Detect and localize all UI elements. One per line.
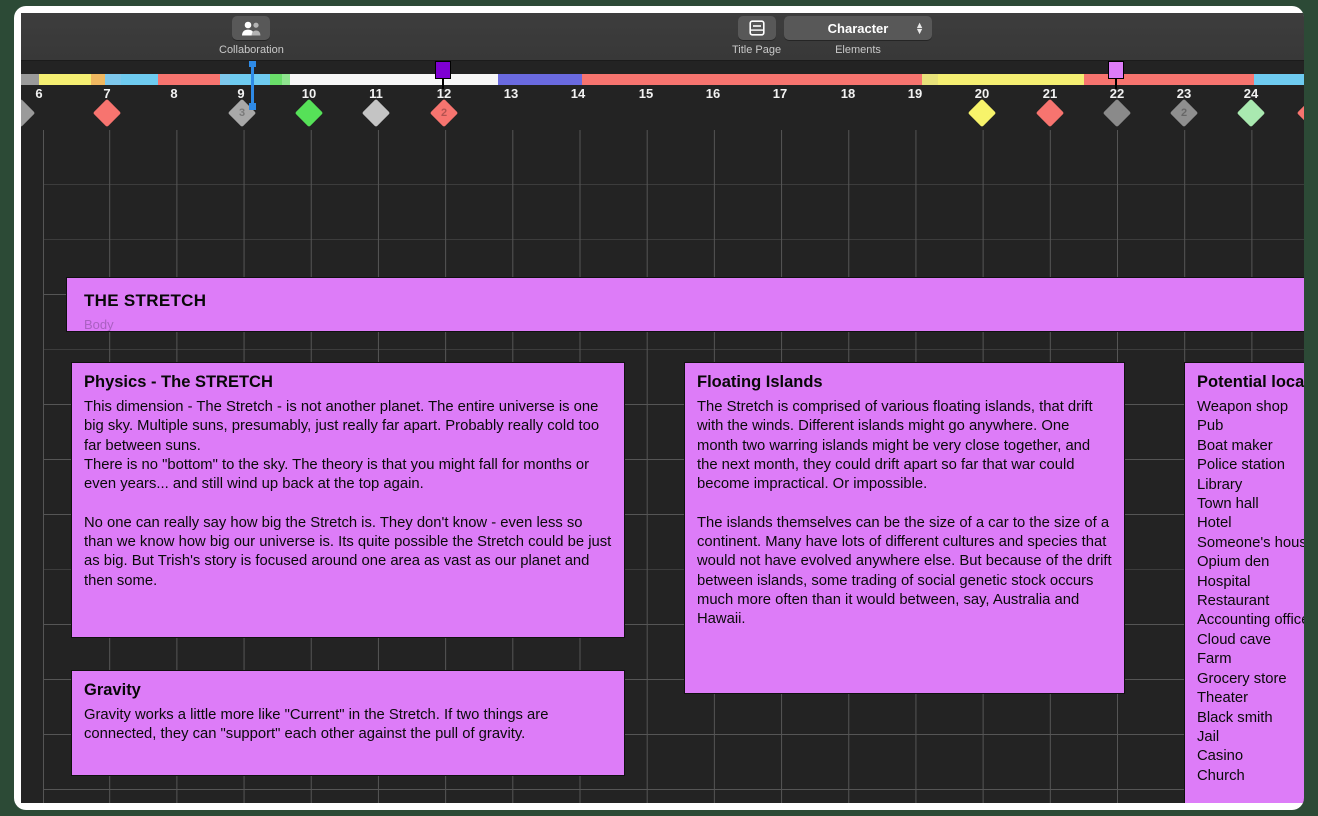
app-window: Collaboration Title Page Character ▲ ▼ E… (14, 6, 1304, 810)
locations-list: Weapon shop Pub Boat maker Police station Li… (1197, 398, 1304, 786)
location-list-item: Someone's house (1197, 534, 1304, 551)
timeline-marker-diamond[interactable] (21, 98, 36, 128)
title-page-icon (748, 20, 765, 36)
card-potential-locations[interactable]: Potential locations Weapon shop Pub Boat m… (1184, 362, 1304, 803)
timeline-marker-diamond[interactable] (92, 98, 122, 128)
timeline-marker-diamond[interactable] (361, 98, 391, 128)
title-page-button[interactable] (737, 16, 776, 40)
location-list-item: Grocery store (1197, 670, 1287, 687)
card-body: The Stretch is comprised of various floa… (697, 399, 1112, 628)
elements-label: Elements (835, 44, 881, 56)
toolbar: Collaboration Title Page Character ▲ ▼ E… (21, 13, 1304, 61)
timeline-tick-label: 17 (772, 86, 788, 101)
location-list-item: Jail (1197, 728, 1220, 745)
timeline-tick-label: 19 (907, 86, 923, 101)
timeline-marker-count: 2 (1180, 107, 1188, 119)
location-list-item: Accounting office (1197, 612, 1304, 629)
timeline-markers[interactable]: 3 2 2 (21, 98, 1304, 130)
timeline-marker-diamond[interactable] (1102, 98, 1132, 128)
location-list-item: Black smith (1197, 709, 1273, 726)
location-list-item: Church (1197, 767, 1245, 784)
timeline-color-segment (220, 74, 230, 85)
timeline-marker-diamond[interactable] (1296, 98, 1304, 128)
location-list-item: Theater (1197, 690, 1248, 707)
chevron-up-down-icon: ▲ ▼ (915, 20, 924, 36)
timeline-color-segment (282, 74, 290, 85)
location-list-item: Restaurant (1197, 593, 1270, 610)
location-list-item: Police station (1197, 457, 1286, 474)
playhead[interactable] (249, 61, 256, 110)
collaboration-label: Collaboration (219, 44, 284, 56)
timeline-marker-count: 3 (238, 107, 246, 119)
location-list-item: Farm (1197, 651, 1232, 668)
timeline-tick-label: 18 (840, 86, 856, 101)
timeline-tick-label: 16 (705, 86, 721, 101)
card-title: Physics - The STRETCH (84, 373, 273, 391)
timeline-color-segment (922, 74, 938, 85)
timeline-color-segment (290, 74, 498, 85)
timeline-color-segment (582, 74, 922, 85)
card-title: Floating Islands (697, 373, 823, 391)
card-floating-islands[interactable]: Floating Islands The Stretch is comprise… (684, 362, 1125, 694)
timeline-color-segment (158, 74, 220, 85)
location-list-item: Town hall (1197, 496, 1259, 513)
location-list-item: Hotel (1197, 515, 1232, 532)
card-body: This dimension - The Stretch - is not an… (84, 399, 612, 589)
banner-subtitle: Body (84, 317, 114, 332)
timeline-ruler[interactable]: 678910111213141516171819202122232425 322 (21, 61, 1304, 130)
location-list-item: Boat maker (1197, 437, 1273, 454)
timeline-tick-label: 6 (35, 86, 43, 101)
card-banner[interactable]: THE STRETCH Body (66, 277, 1304, 332)
timeline-color-segment (91, 74, 105, 85)
timeline-tick-label: 13 (503, 86, 519, 101)
timeline-color-segment (1254, 74, 1304, 85)
location-list-item: Pub (1197, 418, 1224, 435)
card-physics[interactable]: Physics - The STRETCH This dimension - T… (71, 362, 625, 638)
timeline-tick-label: 15 (638, 86, 654, 101)
timeline-color-segment (121, 74, 158, 85)
card-title: Potential locations (1197, 373, 1304, 391)
elements-select[interactable]: Character ▲ ▼ (784, 16, 932, 40)
timeline-marker-diamond[interactable] (1236, 98, 1266, 128)
people-icon (242, 21, 261, 35)
ruler-card-chip-stem (442, 79, 444, 89)
timeline-marker-diamond[interactable] (1035, 98, 1065, 128)
timeline-color-segment (498, 74, 582, 85)
timeline-marker-diamond[interactable] (294, 98, 324, 128)
location-list-item: Cloud cave (1197, 631, 1272, 648)
location-list-item: Hospital (1197, 573, 1251, 590)
title-page-label: Title Page (732, 44, 782, 56)
app-window-content: Collaboration Title Page Character ▲ ▼ E… (21, 13, 1304, 803)
timeline-tick-labels: 678910111213141516171819202122232425 (21, 86, 1304, 104)
timeline-color-segment (270, 74, 282, 85)
timeline-color-segment (105, 74, 121, 85)
collaboration-button[interactable] (232, 16, 271, 40)
location-list-item: Weapon shop (1197, 399, 1289, 415)
location-list-item: Casino (1197, 748, 1244, 765)
timeline-marker-diamond[interactable] (967, 98, 997, 128)
location-list-item: Opium den (1197, 554, 1270, 571)
card-gravity[interactable]: Gravity Gravity works a little more like… (71, 670, 625, 776)
banner-title: THE STRETCH (84, 291, 207, 310)
toolbar-item-collaboration[interactable]: Collaboration (219, 16, 284, 56)
elements-selected-value: Character (827, 20, 889, 36)
corkboard-gutter (21, 130, 44, 803)
timeline-color-segment (39, 74, 91, 85)
card-body: Gravity works a little more like "Curren… (84, 707, 553, 743)
location-list-item: Library (1197, 476, 1243, 493)
timeline-tick-label: 14 (570, 86, 586, 101)
ruler-card-chip[interactable] (1108, 61, 1124, 79)
ruler-card-chip-stem (1115, 79, 1117, 89)
toolbar-item-elements[interactable]: Character ▲ ▼ Elements (784, 16, 932, 56)
ruler-card-chip[interactable] (435, 61, 451, 79)
timeline-color-segment (21, 74, 39, 85)
timeline-tick-label: 8 (170, 86, 178, 101)
corkboard[interactable]: THE STRETCH Body Physics - The STRETCH T… (21, 130, 1304, 803)
timeline-color-segment (938, 74, 1084, 85)
toolbar-item-title-page[interactable]: Title Page (732, 16, 781, 56)
card-title: Gravity (84, 681, 141, 699)
timeline-color-segment (230, 74, 270, 85)
timeline-marker-count: 2 (440, 107, 448, 119)
